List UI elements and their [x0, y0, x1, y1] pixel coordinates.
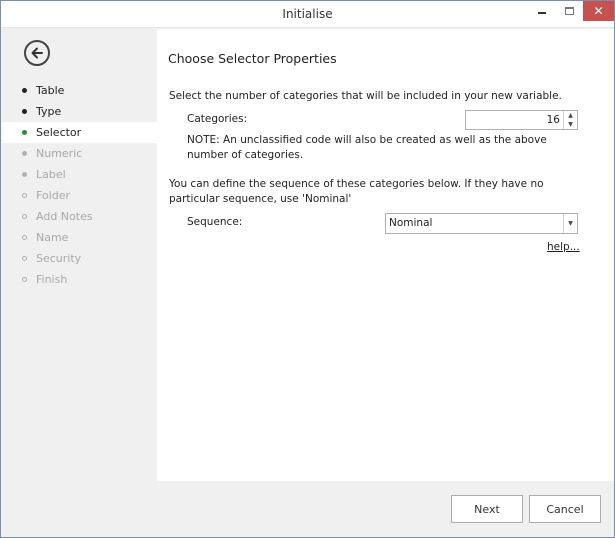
step-label: Numeric — [36, 147, 83, 160]
step-label: Selector — [36, 126, 82, 139]
stepper-down-icon[interactable]: ▼ — [564, 120, 577, 129]
step-pending-dot-icon — [22, 151, 27, 156]
wizard-steps: Table Type Selector Numeric Label Folder… — [2, 80, 157, 290]
step-folder: Folder — [2, 185, 157, 206]
title-bar: Initialise ✕ — [1, 1, 614, 28]
step-label: Security — [36, 252, 82, 265]
step-label: Add Notes — [36, 210, 93, 223]
step-pending-dot-icon — [22, 172, 27, 177]
step-security: Security — [2, 248, 157, 269]
step-add-notes: Add Notes — [2, 206, 157, 227]
sequence-label: Sequence: — [187, 216, 243, 228]
step-done-dot-icon — [22, 88, 27, 93]
stepper-up-icon[interactable]: ▲ — [564, 111, 577, 120]
step-pending-ring-icon — [22, 235, 27, 240]
help-link[interactable]: help... — [547, 241, 580, 253]
categories-value: 16 — [546, 114, 560, 126]
sequence-value: Nominal — [389, 217, 433, 229]
close-button[interactable]: ✕ — [583, 1, 614, 21]
wizard-window: Initialise ✕ Table Type Selector Numeric… — [0, 0, 615, 538]
step-finish: Finish — [2, 269, 157, 290]
back-arrow-icon — [31, 47, 43, 59]
close-icon: ✕ — [593, 4, 604, 18]
maximize-icon — [564, 7, 574, 15]
sequence-dropdown[interactable]: Nominal ▼ — [385, 213, 578, 234]
step-label: Folder — [36, 189, 70, 202]
note-text: NOTE: An unclassified code will also be … — [187, 134, 547, 161]
categories-stepper[interactable]: 16 ▲ ▼ — [465, 110, 578, 130]
stepper-buttons: ▲ ▼ — [563, 111, 577, 129]
step-pending-ring-icon — [22, 256, 27, 261]
maximize-button[interactable] — [556, 1, 582, 21]
back-button[interactable] — [24, 40, 50, 66]
step-label: Type — [36, 105, 62, 118]
step-pending-ring-icon — [22, 277, 27, 282]
page-title: Choose Selector Properties — [168, 51, 337, 66]
footer-bar: Next Cancel — [2, 481, 614, 537]
step-name: Name — [2, 227, 157, 248]
content-panel: Choose Selector Properties Select the nu… — [157, 29, 614, 481]
window-title: Initialise — [282, 7, 333, 21]
minimize-icon — [538, 12, 546, 14]
step-pending-ring-icon — [22, 214, 27, 219]
next-button[interactable]: Next — [451, 495, 523, 523]
step-active-dot-icon — [22, 130, 27, 135]
step-label: Label — [2, 164, 157, 185]
minimize-button[interactable] — [529, 1, 555, 21]
step-done-dot-icon — [22, 109, 27, 114]
sequence-description: You can define the sequence of these cat… — [169, 178, 544, 205]
step-label: Name — [36, 231, 69, 244]
step-label: Table — [36, 84, 65, 97]
step-pending-ring-icon — [22, 193, 27, 198]
categories-label: Categories: — [187, 113, 248, 125]
step-type[interactable]: Type — [2, 101, 157, 122]
step-numeric: Numeric — [2, 143, 157, 164]
step-label: Finish — [36, 273, 68, 286]
step-label: Label — [36, 168, 66, 181]
wizard-sidebar: Table Type Selector Numeric Label Folder… — [2, 29, 157, 537]
step-selector[interactable]: Selector — [2, 122, 157, 143]
chevron-down-icon: ▼ — [563, 214, 577, 233]
intro-text: Select the number of categories that wil… — [169, 90, 562, 102]
cancel-button[interactable]: Cancel — [529, 495, 601, 523]
step-table[interactable]: Table — [2, 80, 157, 101]
